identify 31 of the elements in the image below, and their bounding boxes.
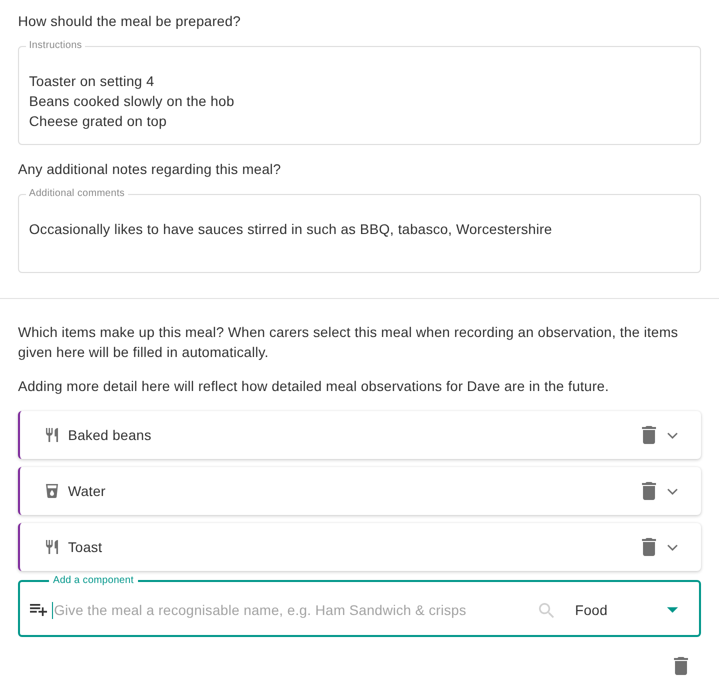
question-text: Any additional notes regarding this meal? bbox=[18, 160, 282, 179]
instructions-field[interactable]: Instructions Toaster on setting 4 Beans cooked slowly on the hob Cheese grated on top bbox=[18, 40, 701, 145]
category-select[interactable]: Food bbox=[575, 600, 689, 620]
trash-icon[interactable] bbox=[642, 538, 656, 556]
text-cursor-icon bbox=[52, 602, 53, 618]
chevron-down-icon[interactable] bbox=[667, 488, 678, 494]
component-card[interactable]: Baked beans bbox=[18, 411, 701, 459]
component-name: Baked beans bbox=[68, 426, 152, 445]
comments-field[interactable]: Additional comments Occasionally likes to have sauces stirred in such as BBQ, tabasco, Worcestershire bbox=[18, 188, 701, 273]
chevron-down-icon[interactable] bbox=[667, 544, 678, 550]
trash-icon[interactable] bbox=[642, 482, 656, 500]
cutlery-icon bbox=[46, 540, 58, 554]
description-text: Which items make up this meal? When carers select this meal when recording an observation, the items given here will be filled in automatically. bbox=[18, 323, 680, 362]
cup-icon bbox=[46, 484, 58, 498]
component-name: Water bbox=[68, 482, 107, 501]
floating-label: Additional comments bbox=[28, 188, 126, 200]
caret-down-icon bbox=[667, 607, 678, 613]
component-card[interactable]: Water bbox=[18, 467, 701, 515]
floating-label: Add a component bbox=[52, 575, 135, 587]
component-card[interactable]: Toast bbox=[18, 523, 701, 571]
playlist-add-icon[interactable] bbox=[30, 604, 47, 616]
component-name: Toast bbox=[68, 538, 104, 557]
floating-label: Instructions bbox=[28, 40, 83, 52]
description-text: Adding more detail here will reflect how detailed meal observations for Dave are in the future. bbox=[18, 377, 610, 396]
trash-icon[interactable] bbox=[642, 426, 656, 444]
add-component-field[interactable]: Add a component Give the meal a recognisable name, e.g. Ham Sandwich & crisps Food bbox=[18, 575, 701, 637]
cutlery-icon bbox=[46, 428, 58, 442]
question-text: How should the meal be prepared? bbox=[18, 12, 242, 31]
trash-icon[interactable] bbox=[674, 657, 688, 675]
chevron-down-icon[interactable] bbox=[667, 432, 678, 438]
search-icon bbox=[539, 602, 554, 618]
